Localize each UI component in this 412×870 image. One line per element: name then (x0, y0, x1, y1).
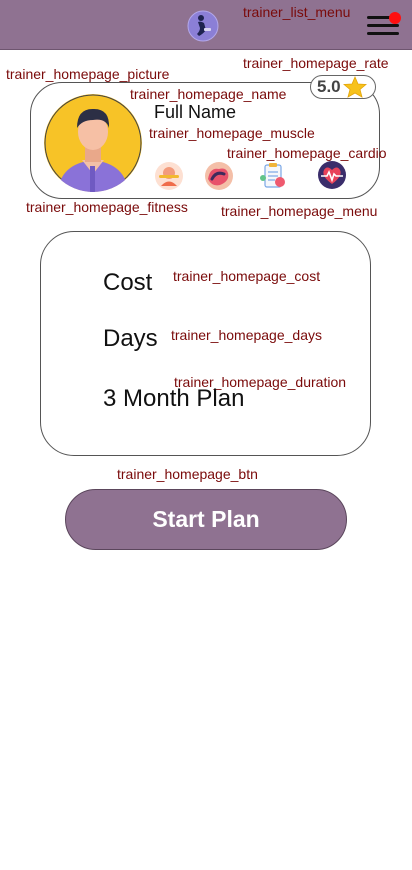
heartbeat-icon[interactable] (317, 160, 347, 190)
app-logo-icon (187, 10, 219, 42)
trainer-menu-label: trainer_homepage_menu (221, 203, 378, 219)
trainer-days-label: trainer_homepage_days (171, 327, 322, 343)
cardio-clipboard-icon[interactable] (258, 160, 288, 190)
trainer-avatar[interactable] (44, 94, 142, 192)
trainer-rating-badge[interactable]: 5.0 (310, 75, 376, 99)
plan-details-card (40, 231, 371, 456)
trainer-picture-label: trainer_homepage_picture (6, 66, 170, 82)
trainer-rate-label: trainer_homepage_rate (243, 55, 389, 71)
fitness-icon[interactable] (154, 161, 184, 191)
trainer-full-name: Full Name (154, 102, 237, 122)
trainer-fitness-label: trainer_homepage_fitness (26, 199, 188, 215)
rating-value: 5.0 (317, 77, 341, 96)
plan-cost: Cost (103, 269, 153, 296)
trainer-cardio-label: trainer_homepage_cardio (227, 145, 387, 161)
menu-bar-middle (367, 24, 399, 27)
muscle-icon[interactable] (204, 161, 234, 191)
trainer-muscle-label: trainer_homepage_muscle (149, 125, 315, 141)
star-icon (342, 76, 367, 98)
start-plan-button[interactable]: Start Plan (65, 489, 347, 550)
trainer-name-label: trainer_homepage_name (130, 86, 287, 102)
plan-duration: 3 Month Plan (103, 385, 245, 412)
trainer-list-menu-label: trainer_list_menu (243, 4, 351, 20)
trainer-btn-label: trainer_homepage_btn (117, 466, 258, 482)
notification-dot (389, 12, 401, 24)
start-plan-button-label: Start Plan (152, 506, 260, 532)
trainer-cost-label: trainer_homepage_cost (173, 268, 321, 284)
hamburger-menu-button[interactable] (367, 12, 401, 39)
menu-bar-bottom (367, 32, 399, 35)
plan-days: Days (103, 325, 158, 352)
